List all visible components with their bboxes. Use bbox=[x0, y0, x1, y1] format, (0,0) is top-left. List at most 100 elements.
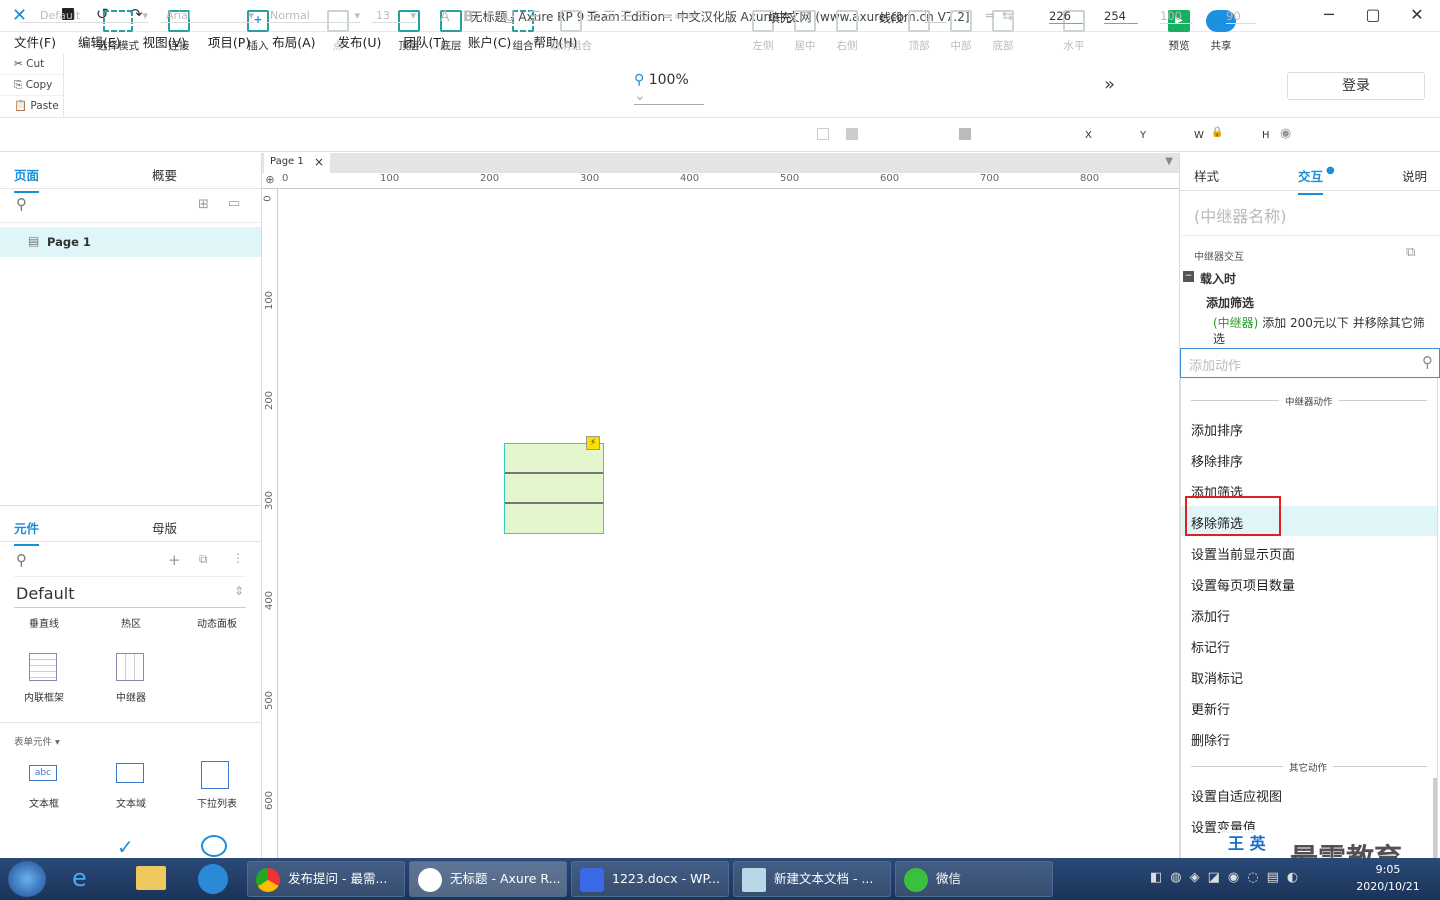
radio-icon[interactable] bbox=[201, 835, 227, 857]
widget-dynamic-panel[interactable]: 动态面板 bbox=[174, 615, 260, 630]
text-field-icon[interactable]: abc bbox=[29, 765, 57, 781]
tab-page1[interactable]: Page 1 × bbox=[264, 153, 330, 173]
x-input[interactable]: 226 bbox=[1049, 9, 1083, 24]
scrollbar[interactable] bbox=[1433, 778, 1437, 858]
start-button[interactable] bbox=[8, 861, 46, 897]
fill-color-swatch[interactable] bbox=[817, 128, 829, 140]
stroke-color-swatch[interactable] bbox=[959, 128, 971, 140]
add-library-icon[interactable]: + bbox=[168, 551, 181, 569]
widgets-search-icon[interactable]: ⚲ bbox=[16, 551, 27, 569]
annotation-red-box bbox=[1185, 496, 1281, 536]
tab-style[interactable]: 样式 bbox=[1194, 166, 1219, 185]
zoom-select[interactable]: ⚲ 100% ⌄ bbox=[634, 72, 704, 105]
checkbox-icon[interactable]: ✓ bbox=[117, 835, 134, 859]
text-style-icons[interactable]: A B I U ☰ bbox=[440, 9, 541, 25]
style-select[interactable]: Default ▾ bbox=[20, 9, 148, 23]
folder-icon[interactable]: ▭ bbox=[228, 196, 240, 211]
task-chrome[interactable]: 发布提问 - 最需... bbox=[247, 861, 405, 897]
action-add-sort[interactable]: 添加排序 bbox=[1191, 420, 1243, 439]
action-add-filter[interactable]: 添加筛选 bbox=[1206, 294, 1254, 311]
action-set-items-per-page[interactable]: 设置每页项目数量 bbox=[1191, 575, 1295, 594]
tab-masters[interactable]: 母版 bbox=[152, 518, 177, 537]
y-input[interactable]: 254 bbox=[1104, 9, 1138, 24]
paste-button[interactable]: 📋 Paste bbox=[0, 96, 63, 117]
task-wps[interactable]: 1223.docx - WP... bbox=[571, 861, 729, 897]
tab-outline[interactable]: 概要 bbox=[152, 165, 177, 184]
action-remove-sort[interactable]: 移除排序 bbox=[1191, 451, 1243, 470]
form-widgets-section[interactable]: 表单元件 ▾ bbox=[14, 734, 60, 748]
login-button[interactable]: 登录 bbox=[1287, 72, 1425, 100]
widget-vertical-line[interactable]: 垂直线 bbox=[0, 615, 88, 630]
interaction-editor-icon[interactable]: ⧉ bbox=[1406, 245, 1415, 260]
repeater-icon[interactable] bbox=[116, 653, 144, 681]
task-axure[interactable]: 无标题 - Axure R... bbox=[409, 861, 567, 897]
height-input[interactable]: 90 bbox=[1226, 9, 1256, 24]
maximize-button[interactable]: ▢ bbox=[1350, 0, 1396, 32]
more-tools-button[interactable]: » bbox=[1104, 74, 1115, 95]
widget-name-input[interactable]: (中继器名称) bbox=[1194, 203, 1287, 227]
dropdown-icon[interactable] bbox=[201, 761, 229, 789]
copy-button[interactable]: ⎘ Copy bbox=[0, 75, 63, 96]
action-delete-rows[interactable]: 删除行 bbox=[1191, 730, 1230, 749]
ime-toolbar[interactable]: 王 英 bbox=[1220, 830, 1274, 858]
font-weight-select[interactable]: Normal ▾ bbox=[266, 9, 360, 23]
page-item-page1[interactable]: ▤ Page 1 bbox=[0, 227, 261, 257]
action-mark-rows[interactable]: 标记行 bbox=[1191, 637, 1230, 656]
widget-hotspot[interactable]: 热区 bbox=[88, 615, 174, 630]
cut-button[interactable]: ✂ Cut bbox=[0, 54, 63, 75]
explorer-icon[interactable] bbox=[136, 866, 166, 890]
clock-time[interactable]: 9:05 bbox=[1354, 863, 1422, 876]
add-page-icon[interactable]: ⊞ bbox=[198, 197, 209, 212]
group-label: 组合 bbox=[512, 40, 534, 52]
system-tray-icons[interactable]: ◧◍◈◪◉◌▤◐ bbox=[1150, 870, 1320, 888]
inline-frame-icon[interactable] bbox=[29, 653, 57, 681]
font-select[interactable]: Arial ▾ bbox=[160, 9, 254, 23]
repeater-widget[interactable] bbox=[504, 443, 604, 534]
text-area-icon[interactable] bbox=[116, 763, 144, 783]
canvas-area[interactable] bbox=[262, 153, 1179, 858]
widget-text-area[interactable]: 文本域 bbox=[88, 795, 174, 810]
ie-icon[interactable]: e bbox=[72, 864, 87, 892]
library-select[interactable]: Default ⇕ bbox=[14, 576, 246, 608]
widget-inline-frame[interactable]: 内联框架 bbox=[0, 689, 88, 704]
width-input[interactable]: 100 bbox=[1160, 9, 1192, 24]
search-icon[interactable]: ⚲ bbox=[16, 195, 27, 213]
align-right-button[interactable]: 右侧 bbox=[819, 10, 875, 53]
ruler-h-label: 400 bbox=[680, 173, 700, 184]
close-icon[interactable]: × bbox=[314, 155, 324, 169]
tab-interactions[interactable]: 交互 bbox=[1298, 166, 1324, 195]
collapse-icon[interactable]: − bbox=[1183, 271, 1194, 282]
library-stack-icon[interactable]: ⧉ bbox=[199, 552, 208, 567]
stroke-style-icons[interactable]: ═ ⇆ bbox=[986, 9, 1013, 24]
more-vertical-icon[interactable]: ⋮ bbox=[232, 551, 244, 565]
widget-dropdown[interactable]: 下拉列表 bbox=[174, 795, 260, 810]
widget-repeater[interactable]: 中继器 bbox=[88, 689, 174, 704]
task-wechat[interactable]: 微信 bbox=[895, 861, 1053, 897]
clock-date[interactable]: 2020/10/21 bbox=[1354, 880, 1422, 893]
chevron-down-icon[interactable]: ▼ bbox=[1165, 156, 1173, 167]
ruler-h-label: 800 bbox=[1080, 173, 1100, 184]
widget-text-field[interactable]: 文本框 bbox=[0, 795, 88, 810]
task-notepad[interactable]: 新建文本文档 - ... bbox=[733, 861, 891, 897]
action-unmark-rows[interactable]: 取消标记 bbox=[1191, 668, 1243, 687]
stroke-width-input[interactable]: 0 bbox=[924, 9, 946, 23]
lock-icon[interactable]: 🔒 bbox=[1211, 127, 1223, 138]
tab-notes[interactable]: 说明 bbox=[1402, 166, 1427, 185]
event-on-load[interactable]: 载入时 bbox=[1200, 270, 1236, 287]
font-size-select[interactable]: 13 ▾ bbox=[372, 9, 416, 23]
align-text-icons[interactable]: ☰ ☰ ☰ ☰ ═ ═ ═ bbox=[586, 9, 697, 25]
browser-icon[interactable] bbox=[198, 864, 228, 894]
eye-icon[interactable]: ◉ bbox=[1280, 126, 1291, 141]
add-action-search[interactable]: 添加动作 ⚲ bbox=[1180, 348, 1440, 378]
fill-image-swatch[interactable] bbox=[846, 128, 858, 140]
action-set-adaptive-view[interactable]: 设置自适应视图 bbox=[1191, 786, 1282, 805]
minimize-button[interactable]: ─ bbox=[1306, 0, 1352, 32]
action-set-current-page[interactable]: 设置当前显示页面 bbox=[1191, 544, 1295, 563]
tab-widgets[interactable]: 元件 bbox=[14, 518, 40, 546]
action-update-rows[interactable]: 更新行 bbox=[1191, 699, 1230, 718]
menu-file[interactable]: 文件(F) bbox=[0, 32, 64, 54]
action-add-rows[interactable]: 添加行 bbox=[1191, 606, 1230, 625]
close-button[interactable]: ✕ bbox=[1394, 0, 1440, 32]
h-label: H bbox=[1262, 130, 1270, 141]
lightning-icon[interactable]: ⚡ bbox=[586, 436, 600, 450]
